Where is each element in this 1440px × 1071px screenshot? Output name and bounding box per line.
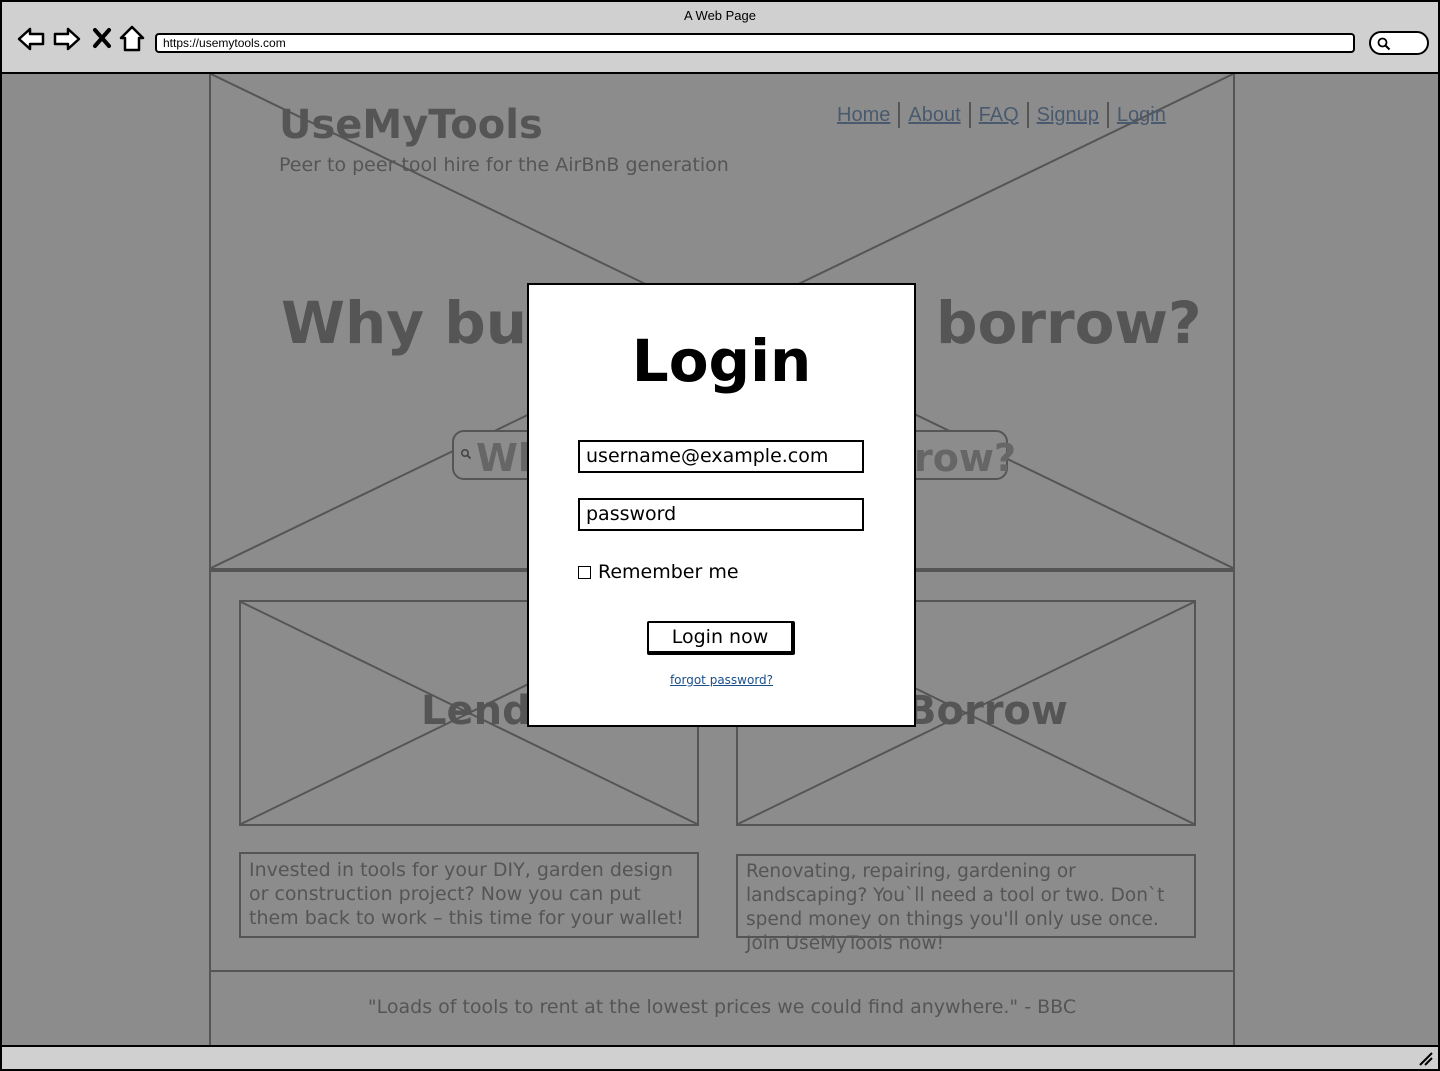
remember-me-label: Remember me xyxy=(598,561,739,583)
nav-link-login[interactable]: Login xyxy=(1109,104,1174,127)
hero-heading-end: borrow? xyxy=(936,289,1202,357)
footer-divider xyxy=(211,970,1233,972)
page-viewport: UseMyTools Peer to peer tool hire for th… xyxy=(2,74,1438,1045)
login-dialog: Login username@example.com password Reme… xyxy=(527,283,916,727)
hero-heading: Why buy xyxy=(281,289,565,357)
password-field[interactable]: password xyxy=(578,498,864,531)
browser-toolbar: A Web Page https://usemytools.com xyxy=(2,2,1438,74)
search-icon xyxy=(1377,37,1391,51)
nav-link-signup[interactable]: Signup xyxy=(1029,104,1107,127)
remember-me-row[interactable]: Remember me xyxy=(578,561,739,583)
browser-search-field[interactable] xyxy=(1369,31,1429,55)
username-field[interactable]: username@example.com xyxy=(578,440,864,473)
nav-link-home[interactable]: Home xyxy=(829,104,898,127)
nav-link-about[interactable]: About xyxy=(900,104,968,127)
forgot-password-link[interactable]: forgot password? xyxy=(529,673,914,687)
remember-me-checkbox[interactable] xyxy=(578,565,591,579)
browser-window: A Web Page https://usemytools.com UseMyT… xyxy=(0,0,1440,1071)
lend-description: Invested in tools for your DIY, garden d… xyxy=(239,852,699,938)
search-icon xyxy=(460,448,472,460)
window-title: A Web Page xyxy=(683,8,757,23)
nav-link-faq[interactable]: FAQ xyxy=(971,104,1027,127)
forward-arrow-icon[interactable] xyxy=(52,24,82,54)
login-title: Login xyxy=(631,327,812,395)
press-quote: "Loads of tools to rent at the lowest pr… xyxy=(367,996,1077,1018)
site-logo[interactable]: UseMyTools xyxy=(279,102,543,148)
site-tagline: Peer to peer tool hire for the AirBnB ge… xyxy=(279,154,729,176)
url-bar[interactable]: https://usemytools.com xyxy=(155,33,1355,53)
back-arrow-icon[interactable] xyxy=(16,24,46,54)
lend-title: Lend xyxy=(421,688,531,734)
login-now-button[interactable]: Login now xyxy=(647,621,795,655)
stop-icon[interactable] xyxy=(90,24,120,54)
status-bar xyxy=(2,1045,1438,1069)
borrow-title: Borrow xyxy=(906,688,1068,734)
borrow-description: Renovating, repairing, gardening or land… xyxy=(736,854,1196,954)
top-navigation: Home About FAQ Signup Login xyxy=(829,102,1174,128)
home-icon[interactable] xyxy=(118,24,148,54)
hero-search-placeholder-end: row? xyxy=(914,436,1016,480)
resize-grip-icon[interactable] xyxy=(1418,1051,1434,1067)
